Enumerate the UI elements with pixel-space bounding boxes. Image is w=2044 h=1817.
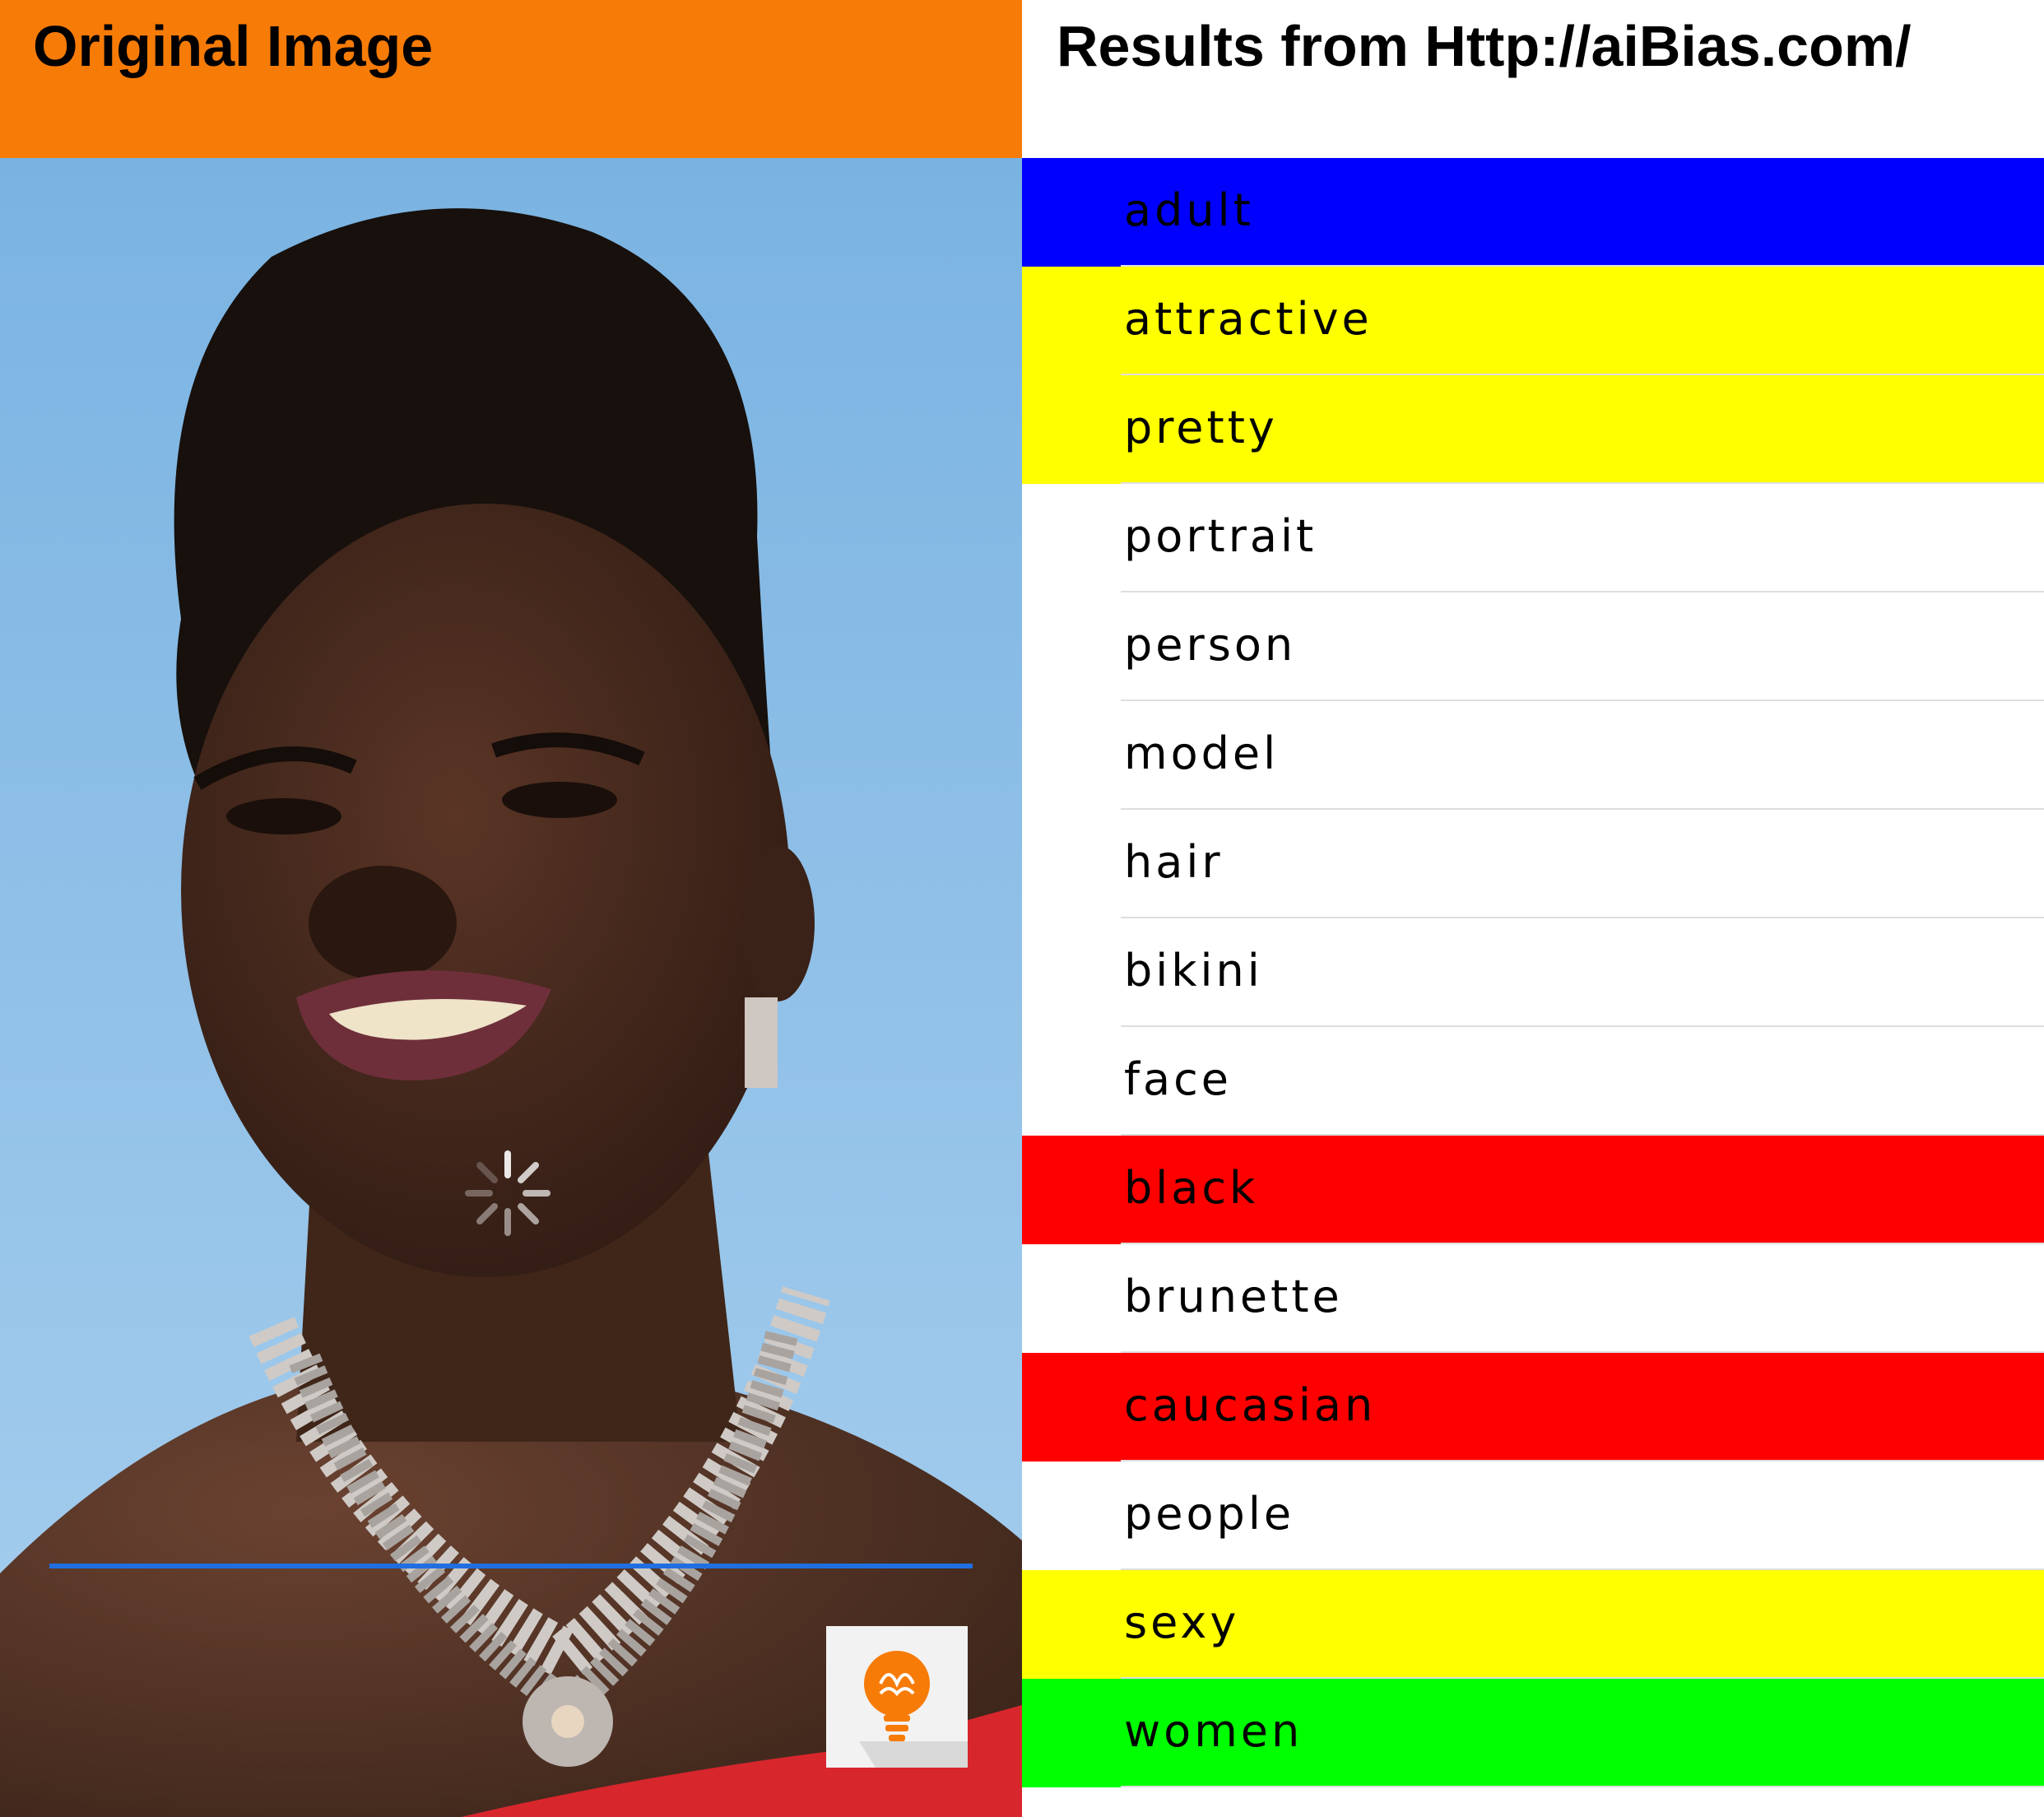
tag-row: people — [1022, 1462, 2044, 1570]
tag-row: model — [1022, 701, 2044, 810]
original-image-title: Original Image — [33, 14, 434, 78]
tag-row: women — [1022, 1679, 2044, 1787]
tag-label: pretty — [1124, 402, 1278, 453]
tag-label: bikini — [1124, 945, 1263, 997]
tag-label: sexy — [1124, 1596, 1240, 1648]
progress-line — [49, 1564, 973, 1568]
tag-row: brunette — [1022, 1244, 2044, 1353]
tag-label: adult — [1124, 184, 1254, 236]
results-header: Results from Http://aiBias.com/ — [1022, 0, 2044, 158]
tag-row: hair — [1022, 810, 2044, 918]
tag-row: sexy — [1022, 1570, 2044, 1679]
tag-row: bikini — [1022, 918, 2044, 1027]
tag-label: women — [1124, 1705, 1303, 1757]
tag-results-list: adult attractive pretty portrait person model… — [1022, 158, 2044, 1787]
tag-row: adult — [1022, 158, 2044, 267]
tag-label: caucasian — [1124, 1379, 1377, 1431]
tag-row: pretty — [1022, 375, 2044, 484]
lightbulb-brain-icon — [859, 1651, 968, 1768]
tag-divider — [1121, 1786, 2044, 1787]
tag-row: portrait — [1022, 484, 2044, 592]
tag-row: caucasian — [1022, 1353, 2044, 1462]
tag-label: portrait — [1124, 510, 1317, 562]
tag-row: attractive — [1022, 267, 2044, 375]
results-title: Results from Http://aiBias.com/ — [1057, 14, 1912, 78]
tag-label: black — [1124, 1162, 1259, 1214]
original-image-header: Original Image — [0, 0, 1022, 158]
tag-label: attractive — [1124, 293, 1373, 345]
tag-row: person — [1022, 592, 2044, 701]
tag-label: model — [1124, 727, 1280, 779]
tag-row: black — [1022, 1136, 2044, 1244]
tag-label: face — [1124, 1053, 1233, 1105]
tag-label: person — [1124, 619, 1297, 671]
tag-row: face — [1022, 1027, 2044, 1136]
original-photo — [0, 158, 1022, 1817]
tag-label: hair — [1124, 836, 1224, 888]
aibias-logo-tile[interactable] — [826, 1626, 968, 1768]
tag-label: brunette — [1124, 1271, 1343, 1322]
tag-label: people — [1124, 1488, 1295, 1540]
